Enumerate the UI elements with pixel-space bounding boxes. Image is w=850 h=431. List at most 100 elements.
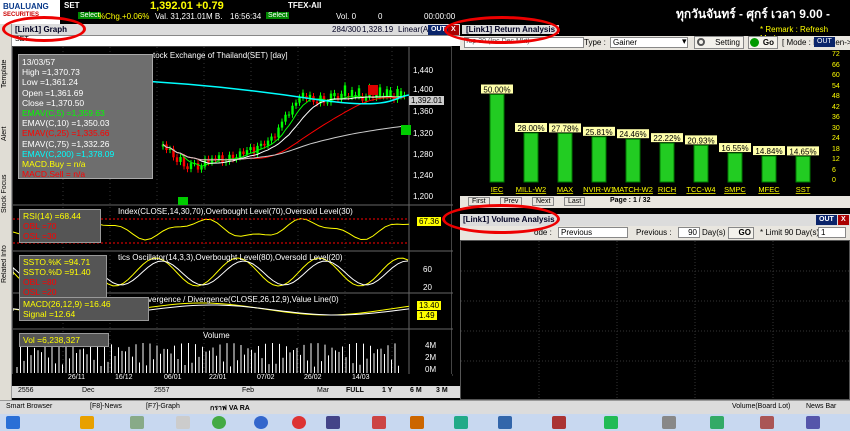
candle-body: [378, 87, 382, 97]
info-macd-sell: MACD.Sell = n/a: [22, 169, 86, 180]
bar-value-label: 25.81%: [585, 128, 612, 137]
range-3m[interactable]: 3 M: [436, 387, 448, 394]
candle-body: [238, 151, 242, 158]
candle-body: [326, 102, 329, 104]
gear-icon: [697, 38, 705, 46]
tfex-clock: 00:00:00: [424, 12, 456, 21]
bar-category-label: SMPC: [724, 185, 746, 194]
volume-grid: [461, 241, 850, 401]
candle-body: [280, 121, 284, 128]
candle-body: [357, 88, 361, 97]
vol-tick-4m: 4M: [425, 341, 437, 350]
macd-value: MACD(26,12,9) =16.46: [23, 299, 111, 309]
return-out-button[interactable]: OUT: [814, 37, 835, 47]
select-button-2[interactable]: Select: [266, 12, 290, 19]
y-tick: 42: [832, 103, 840, 111]
bar-value-label: 20.93%: [687, 136, 714, 145]
range-6m[interactable]: 6 M: [410, 387, 422, 394]
app-icon-11[interactable]: [710, 416, 724, 429]
tab-news[interactable]: [F8]-News: [90, 403, 122, 410]
macd-signal: Signal =12.64: [23, 309, 76, 319]
candle-body: [189, 163, 193, 170]
workspace-tab-bar: Smart Browser [F8]-News [F7]-Graph กราฟ …: [0, 400, 850, 414]
app-icon-5[interactable]: [410, 416, 424, 429]
app-icon-10[interactable]: [662, 416, 676, 429]
bar-category-label: NVIR-W1: [583, 185, 615, 194]
price-tick-1280: 1,280: [413, 150, 434, 159]
bar-mfec: [761, 155, 777, 183]
type-dropdown-icon[interactable]: ▾: [682, 36, 687, 47]
app-icon-13[interactable]: [806, 416, 820, 429]
side-tab-template[interactable]: Template: [1, 44, 11, 104]
volume-page-input[interactable]: 1: [818, 227, 846, 238]
app-icon-6[interactable]: [454, 416, 468, 429]
price-info-box: 13/03/57 High =1,370.73 Low =1,361.24 Op…: [18, 54, 153, 179]
tab-volume-board-lot[interactable]: Volume(Board Lot): [732, 403, 790, 410]
app-icon-9[interactable]: [604, 416, 618, 429]
app-icon-3[interactable]: [326, 416, 340, 429]
previous-days-input[interactable]: 90: [678, 227, 700, 238]
month-2557: 2557: [154, 387, 170, 394]
candle-body: [315, 101, 319, 104]
next-button[interactable]: Next: [532, 197, 555, 206]
ticker-symbol[interactable]: SET: [64, 1, 80, 10]
tab-smart-browser[interactable]: Smart Browser: [6, 403, 52, 410]
symbol-input[interactable]: SET: [12, 36, 460, 46]
bar-category-label: MILL-W2: [516, 185, 546, 194]
month-dec: Dec: [82, 387, 95, 394]
date-axis: 26/11 16/12 06/01 22/01 07/02 26/02 14/0…: [12, 374, 452, 386]
app-icon-1[interactable]: [130, 416, 144, 429]
price-tick-1440: 1,440: [413, 66, 434, 75]
candle-body: [200, 166, 203, 170]
y-tick: 12: [832, 156, 840, 163]
info-emav200: EMAV(C,200) =1,378.09: [22, 148, 115, 159]
app-icon-7[interactable]: [498, 416, 512, 429]
tab-graph[interactable]: [F7]-Graph: [146, 403, 180, 410]
sto-tick-20: 20: [423, 283, 432, 292]
side-tab-stock-focus[interactable]: Stock Focus: [1, 164, 11, 224]
app-icon-2[interactable]: [176, 416, 190, 429]
bar-category-label: IEC: [491, 185, 504, 194]
tab-news-bar[interactable]: News Bar: [806, 403, 836, 410]
vol-mode-select[interactable]: Previous: [558, 227, 628, 238]
candle-body: [242, 151, 245, 155]
side-tab-alert[interactable]: Alert: [1, 114, 11, 154]
chrome-icon[interactable]: [292, 416, 306, 429]
y-tick: 54: [832, 82, 840, 90]
app-icon-12[interactable]: [760, 416, 774, 429]
line-icon[interactable]: [212, 416, 226, 429]
candle-body: [263, 143, 266, 146]
candle-body: [287, 114, 291, 116]
date-3: 06/01: [164, 374, 182, 381]
y-tick: 18: [832, 145, 840, 153]
candle-body: [399, 91, 403, 97]
side-tab-related-info[interactable]: Related Info: [1, 234, 11, 294]
volume-out-button[interactable]: OUT: [816, 215, 837, 225]
last-button[interactable]: Last: [564, 197, 586, 206]
candle-body: [221, 155, 224, 163]
candle-body: [270, 136, 273, 141]
app-icon-8[interactable]: [552, 416, 566, 429]
type-select[interactable]: Gainer: [610, 37, 688, 48]
start-icon[interactable]: [6, 416, 20, 429]
app-icon-4[interactable]: [372, 416, 386, 429]
value-traded: Val. 31,231.01M B.: [155, 12, 223, 21]
ie-icon[interactable]: [254, 416, 268, 429]
range-1y[interactable]: 1 Y: [382, 387, 392, 394]
side-tab-strip: Template Alert Stock Focus Related Info: [0, 24, 12, 400]
macd-legend: MACD(26,12,9) =16.46 Signal =12.64: [19, 297, 149, 321]
volume-go-button[interactable]: GO: [728, 227, 754, 239]
volume-close-button[interactable]: X: [838, 215, 849, 225]
range-full[interactable]: FULL: [346, 387, 364, 394]
buy-marker: [178, 197, 188, 205]
tab-va-ra[interactable]: กราฟ VA RA: [210, 403, 250, 414]
folder-icon[interactable]: [80, 416, 94, 429]
macd-tag-1: 13.40: [417, 301, 442, 310]
bar-value-label: 28.00%: [517, 124, 544, 133]
trading-hours-banner: ทุกวันจันทร์ - ศุกร์ เวลา 9.00 - 9.30: [668, 0, 850, 38]
tfex-market[interactable]: TFEX-All: [288, 1, 321, 10]
bar-nvir-w1: [591, 136, 607, 183]
ticker-time: 16:56:34: [230, 12, 262, 21]
bar-smpc: [727, 152, 743, 183]
logo-text: BUALUANG: [3, 2, 49, 11]
